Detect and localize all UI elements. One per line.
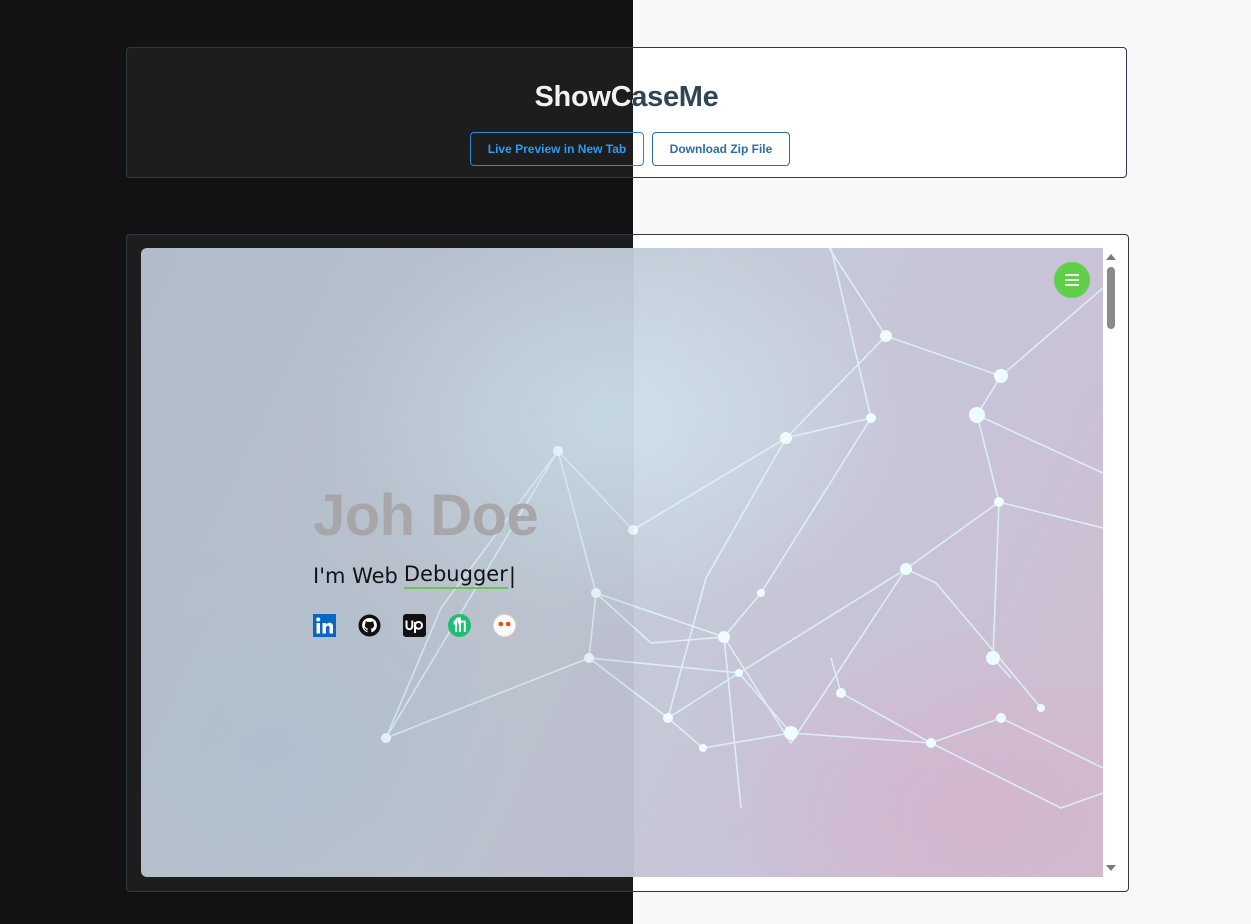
linkedin-icon[interactable] bbox=[313, 614, 336, 637]
menu-button[interactable] bbox=[1054, 262, 1090, 298]
scroll-up-arrow-icon[interactable] bbox=[1106, 254, 1116, 260]
portfolio-preview[interactable]: Joh Doe I'm Web Debugger | bbox=[141, 248, 1103, 877]
live-preview-button[interactable]: Live Preview in New Tab bbox=[470, 132, 644, 166]
preview-frame: Joh Doe I'm Web Debugger | bbox=[126, 234, 1129, 892]
scroll-down-arrow-icon[interactable] bbox=[1106, 865, 1116, 871]
github-icon[interactable] bbox=[358, 614, 381, 637]
upwork-icon[interactable] bbox=[403, 614, 426, 637]
header-card: ShowCaseMe Live Preview in New Tab Downl… bbox=[126, 47, 1127, 178]
download-zip-button[interactable]: Download Zip File bbox=[652, 132, 790, 166]
role-typed-text: Debugger bbox=[403, 562, 508, 589]
preview-scrollbar[interactable] bbox=[1103, 248, 1120, 877]
typing-cursor: | bbox=[508, 563, 516, 588]
social-links bbox=[313, 614, 516, 637]
role-prefix: I'm Web bbox=[313, 563, 398, 588]
hamburger-icon bbox=[1065, 274, 1079, 286]
fiverr-icon[interactable] bbox=[448, 614, 471, 637]
scroll-thumb[interactable] bbox=[1107, 267, 1115, 329]
hero-name: Joh Doe bbox=[313, 483, 539, 548]
app-title: ShowCaseMe bbox=[127, 81, 1126, 114]
reddit-icon[interactable] bbox=[493, 614, 516, 637]
hero-role: I'm Web Debugger | bbox=[313, 562, 516, 589]
